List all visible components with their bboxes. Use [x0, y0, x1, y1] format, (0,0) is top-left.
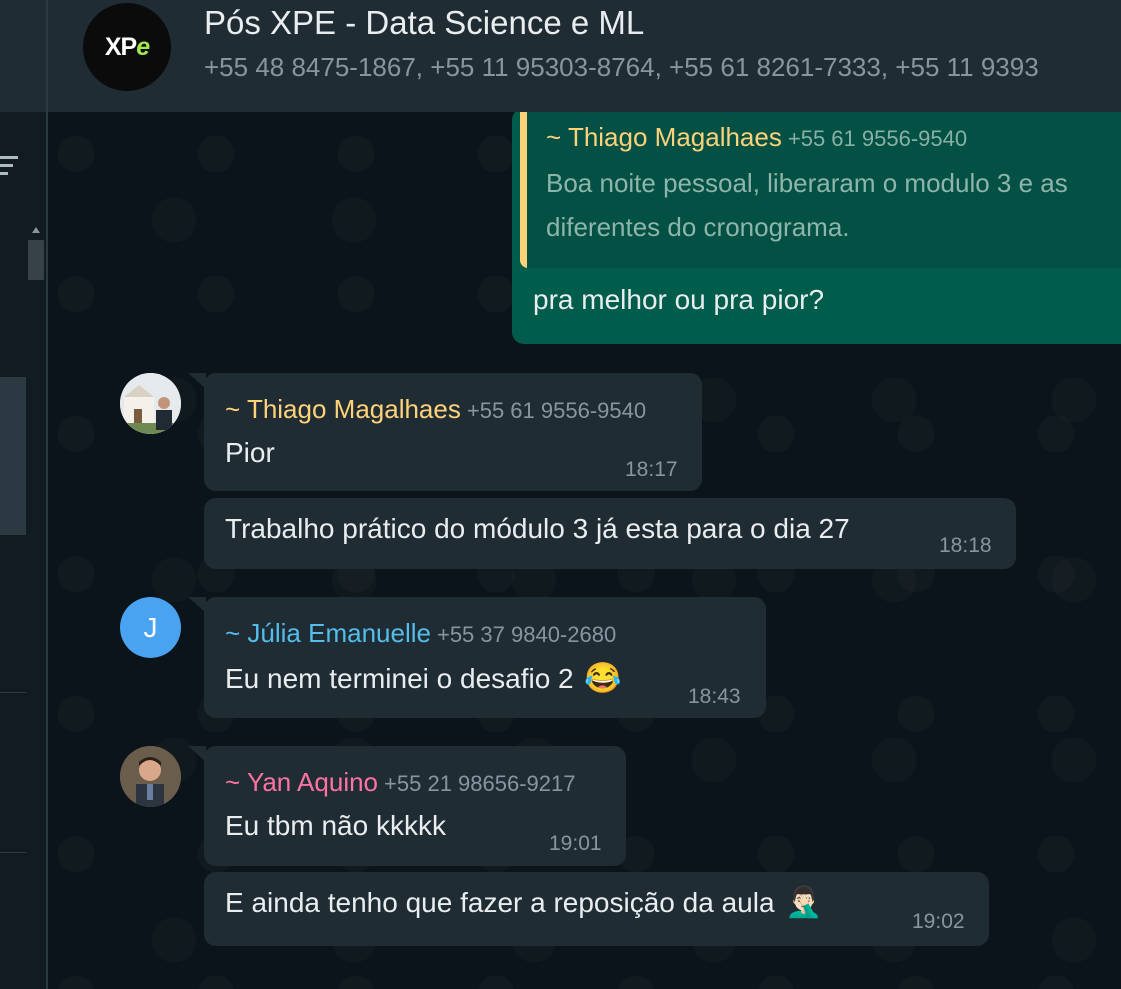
quote-author: ~ Thiago Magalhaes	[546, 122, 782, 152]
chat-list-divider	[0, 692, 26, 693]
quoted-message[interactable]: ~ Thiago Magalhaes +55 61 9556-9540 Boa n…	[520, 112, 1121, 268]
bubble-tail	[188, 746, 206, 762]
chat-list-sidebar	[0, 0, 46, 989]
message-time: 18:43	[688, 685, 741, 708]
profile-photo	[120, 746, 181, 807]
incoming-message[interactable]: Trabalho prático do módulo 3 já esta par…	[204, 498, 1016, 569]
outgoing-message[interactable]: ~ Thiago Magalhaes +55 61 9556-9540 Boa n…	[512, 112, 1121, 344]
incoming-message[interactable]: ~ Júlia Emanuelle +55 37 9840-2680 Eu nem…	[204, 597, 766, 718]
filter-icon[interactable]	[0, 154, 18, 178]
incoming-message[interactable]: ~ Yan Aquino +55 21 98656-9217 Eu tbm não…	[204, 746, 626, 866]
avatar-initial: J	[143, 611, 158, 643]
message-time: 19:01	[549, 832, 602, 855]
group-members-list: +55 48 8475-1867, +55 11 95303-8764, +55…	[204, 52, 1039, 82]
message-text: Pior	[225, 437, 275, 468]
quote-text-line: diferentes do cronograma.	[546, 212, 850, 242]
avatar[interactable]: J	[120, 597, 181, 658]
incoming-message[interactable]: E ainda tenho que fazer a reposição da a…	[204, 872, 989, 946]
sender-name[interactable]: ~ Júlia Emanuelle	[225, 618, 431, 648]
incoming-message[interactable]: ~ Thiago Magalhaes +55 61 9556-9540 Pior …	[204, 373, 702, 491]
facepalm-emoji-icon: 🤦🏻‍♂️	[784, 886, 823, 919]
sender-name[interactable]: ~ Yan Aquino	[225, 767, 378, 797]
message-text: pra melhor ou pra pior?	[533, 284, 825, 315]
sender-phone: +55 21 98656-9217	[384, 771, 576, 796]
message-time: 18:18	[939, 534, 992, 557]
sender-phone: +55 37 9840-2680	[436, 622, 617, 647]
chat-header[interactable]: XPe Pós XPE - Data Science e ML +55 48 8…	[48, 0, 1121, 112]
chat-list-divider	[0, 852, 26, 853]
quote-bar	[520, 112, 527, 268]
conversation-panel: ~ Thiago Magalhaes +55 61 9556-9540 Boa n…	[48, 112, 1121, 989]
message-time: 18:17	[625, 458, 678, 481]
scroll-up-arrow-icon[interactable]	[29, 224, 43, 236]
message-text: Eu nem terminei o desafio 2	[225, 663, 574, 694]
chat-list-item-selected[interactable]	[0, 377, 26, 535]
quote-text-line: Boa noite pessoal, liberaram o modulo 3 …	[546, 168, 1068, 198]
xpe-logo: XPe	[104, 32, 150, 61]
sidebar-scrollbar-thumb[interactable]	[28, 240, 44, 280]
avatar[interactable]	[120, 746, 181, 807]
bubble-tail	[188, 373, 206, 389]
group-title[interactable]: Pós XPE - Data Science e ML	[204, 4, 644, 42]
laughing-emoji-icon: 😂	[584, 662, 622, 695]
group-avatar[interactable]: XPe	[83, 3, 171, 91]
sender-name[interactable]: ~ Thiago Magalhaes	[225, 394, 461, 424]
message-text: Trabalho prático do módulo 3 já esta par…	[225, 513, 850, 544]
quote-author-phone: +55 61 9556-9540	[787, 126, 968, 151]
sidebar-header	[0, 0, 46, 112]
message-time: 19:02	[912, 910, 965, 933]
bubble-tail	[188, 597, 206, 613]
message-text: Eu tbm não kkkkk	[225, 810, 446, 841]
sender-phone: +55 61 9556-9540	[466, 398, 647, 423]
avatar[interactable]	[120, 373, 181, 434]
profile-photo	[120, 373, 181, 434]
message-text: E ainda tenho que fazer a reposição da a…	[225, 887, 775, 918]
